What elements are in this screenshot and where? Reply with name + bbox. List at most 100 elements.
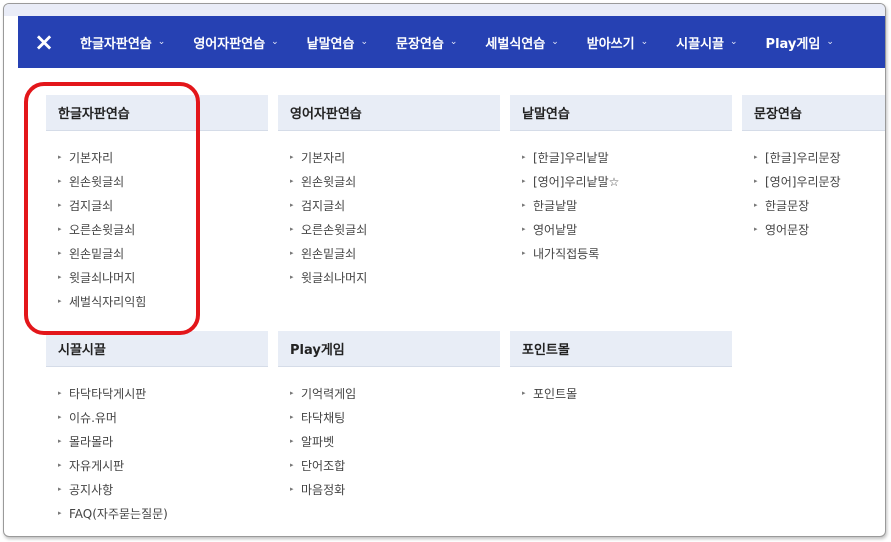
- menu-link-label: 한글문장: [765, 198, 810, 213]
- menu-link[interactable]: ▸ 왼손밑글쇠: [58, 241, 268, 265]
- chevron-down-icon: ⌄: [449, 37, 458, 47]
- arrow-right-icon: ▸: [290, 273, 294, 281]
- menu-link[interactable]: ▸ 기본자리: [58, 145, 268, 169]
- menu-column-title[interactable]: 시끌시끌: [46, 331, 268, 367]
- menu-link[interactable]: ▸ 왼손밑글쇠: [290, 241, 500, 265]
- menu-link[interactable]: ▸ 내가직접등록: [522, 241, 732, 265]
- chevron-down-icon: ⌄: [551, 37, 559, 47]
- nav-item-play-games[interactable]: Play게임 ⌄: [766, 16, 834, 68]
- menu-link[interactable]: ▸ [영어]우리문장: [754, 169, 885, 193]
- nav-item-community[interactable]: 시끌시끌 ⌄: [676, 16, 737, 68]
- menu-link[interactable]: ▸ 오른손윗글쇠: [58, 217, 268, 241]
- menu-column-title[interactable]: 낱말연습: [510, 95, 732, 131]
- menu-link[interactable]: ▸ 이슈.유머: [58, 405, 268, 429]
- menu-link[interactable]: ▸ 영어문장: [754, 217, 885, 241]
- menu-link-label: 기억력게임: [301, 386, 357, 401]
- arrow-right-icon: ▸: [522, 249, 526, 257]
- menu-link[interactable]: ▸ 알파벳: [290, 429, 500, 453]
- menu-link-label: 이슈.유머: [69, 410, 117, 425]
- nav-item-dictation[interactable]: 받아쓰기 ⌄: [587, 16, 648, 68]
- menu-link[interactable]: ▸ [영어]우리낱말☆: [522, 169, 732, 193]
- menu-link-label: 왼손밑글쇠: [69, 246, 125, 261]
- nav-item-sentence-practice[interactable]: 문장연습 ⌄: [396, 16, 457, 68]
- menu-link-label: 오른손윗글쇠: [69, 222, 136, 237]
- menu-column-title[interactable]: 한글자판연습: [46, 95, 268, 131]
- menu-link[interactable]: ▸ 영어낱말: [522, 217, 732, 241]
- menu-link-label: 기본자리: [69, 150, 114, 165]
- menu-link[interactable]: ▸ 한글문장: [754, 193, 885, 217]
- menu-link[interactable]: ▸ [한글]우리낱말: [522, 145, 732, 169]
- menu-link-label: 자유게시판: [69, 458, 125, 473]
- menu-link-label: FAQ(자주묻는질문): [69, 506, 168, 521]
- menu-column-sentence-practice: 문장연습 ▸ [한글]우리문장 ▸ [영어]우리문장 ▸ 한글문장 ▸ 영어문장: [742, 95, 885, 241]
- menu-link-label: 윗글쇠나머지: [301, 270, 368, 285]
- nav-item-label: Play게임: [765, 36, 821, 52]
- menu-column-title[interactable]: 영어자판연습: [278, 95, 500, 131]
- arrow-right-icon: ▸: [754, 225, 758, 233]
- main-navbar: × 한글자판연습 ⌄ 영어자판연습 ⌄ 낱말연습 ⌄ 문장연습 ⌄ 세벌식연습 …: [18, 16, 885, 68]
- chevron-down-icon: ⌄: [730, 37, 738, 47]
- arrow-right-icon: ▸: [290, 389, 294, 397]
- arrow-right-icon: ▸: [522, 153, 526, 161]
- menu-link[interactable]: ▸ 마음정화: [290, 477, 500, 501]
- chevron-down-icon: ⌄: [360, 37, 369, 47]
- menu-link-label: 한글낱말: [533, 198, 578, 213]
- menu-link[interactable]: ▸ 왼손윗글쇠: [58, 169, 268, 193]
- menu-link[interactable]: ▸ 한글낱말: [522, 193, 732, 217]
- arrow-right-icon: ▸: [58, 389, 62, 397]
- menu-link[interactable]: ▸ 기억력게임: [290, 381, 500, 405]
- arrow-right-icon: ▸: [290, 177, 294, 185]
- nav-item-word-practice[interactable]: 낱말연습 ⌄: [307, 16, 368, 68]
- menu-link-label: 검지글쇠: [301, 198, 346, 213]
- menu-column-play-games: Play게임 ▸ 기억력게임 ▸ 타닥채팅 ▸ 알파벳 ▸ 단어조합 ▸ 마음정화: [278, 331, 500, 501]
- menu-link[interactable]: ▸ 타닥채팅: [290, 405, 500, 429]
- menu-link-label: [영어]우리문장: [765, 174, 841, 189]
- arrow-right-icon: ▸: [754, 177, 758, 185]
- menu-column-english-typing: 영어자판연습 ▸ 기본자리 ▸ 왼손윗글쇠 ▸ 검지글쇠 ▸ 오른손윗글쇠 ▸ 왼손밑글쇠…: [278, 95, 500, 289]
- nav-item-english-typing[interactable]: 영어자판연습 ⌄: [193, 16, 278, 68]
- menu-link[interactable]: ▸ [한글]우리문장: [754, 145, 885, 169]
- menu-link-label: 왼손윗글쇠: [69, 174, 125, 189]
- menu-link-label: 마음정화: [301, 482, 346, 497]
- menu-column-point-mall: 포인트몰 ▸ 포인트몰: [510, 331, 732, 405]
- menu-link[interactable]: ▸ 몰라몰라: [58, 429, 268, 453]
- menu-link[interactable]: ▸ 검지글쇠: [290, 193, 500, 217]
- menu-link[interactable]: ▸ 오른손윗글쇠: [290, 217, 500, 241]
- menu-link[interactable]: ▸ 윗글쇠나머지: [290, 265, 500, 289]
- menu-link[interactable]: ▸ 타닥타닥게시판: [58, 381, 268, 405]
- arrow-right-icon: ▸: [58, 273, 62, 281]
- menu-link-label: 포인트몰: [533, 386, 578, 401]
- nav-item-label: 문장연습: [396, 36, 444, 52]
- menu-link-label: 윗글쇠나머지: [69, 270, 136, 285]
- menu-link-label: 왼손윗글쇠: [301, 174, 357, 189]
- close-icon[interactable]: ×: [18, 16, 70, 68]
- menu-link[interactable]: ▸ 단어조합: [290, 453, 500, 477]
- arrow-right-icon: ▸: [522, 225, 526, 233]
- menu-link-label: [영어]우리낱말☆: [533, 174, 620, 189]
- arrow-right-icon: ▸: [58, 249, 62, 257]
- menu-column-title[interactable]: 포인트몰: [510, 331, 732, 367]
- menu-link[interactable]: ▸ FAQ(자주묻는질문): [58, 501, 268, 525]
- menu-link-label: 몰라몰라: [69, 434, 114, 449]
- mega-menu: 한글자판연습 ▸ 기본자리 ▸ 왼손윗글쇠 ▸ 검지글쇠 ▸ 오른손윗글쇠 ▸ 왼손밑글쇠…: [18, 68, 885, 536]
- menu-link-label: [한글]우리문장: [765, 150, 841, 165]
- menu-link[interactable]: ▸ 포인트몰: [522, 381, 732, 405]
- menu-link[interactable]: ▸ 자유게시판: [58, 453, 268, 477]
- chevron-down-icon: ⌄: [826, 37, 834, 47]
- arrow-right-icon: ▸: [754, 153, 758, 161]
- menu-link[interactable]: ▸ 세벌식자리익힘: [58, 289, 268, 313]
- arrow-right-icon: ▸: [290, 413, 294, 421]
- menu-column-title[interactable]: Play게임: [278, 331, 500, 367]
- arrow-right-icon: ▸: [58, 153, 62, 161]
- nav-item-hangul-typing[interactable]: 한글자판연습 ⌄: [80, 16, 165, 68]
- menu-link[interactable]: ▸ 기본자리: [290, 145, 500, 169]
- menu-link[interactable]: ▸ 윗글쇠나머지: [58, 265, 268, 289]
- nav-item-label: 한글자판연습: [80, 36, 152, 52]
- menu-link[interactable]: ▸ 왼손윗글쇠: [290, 169, 500, 193]
- menu-link-label: 세벌식자리익힘: [69, 294, 147, 309]
- arrow-right-icon: ▸: [290, 225, 294, 233]
- menu-link[interactable]: ▸ 검지글쇠: [58, 193, 268, 217]
- menu-column-title[interactable]: 문장연습: [742, 95, 885, 131]
- nav-item-sebeolsik-practice[interactable]: 세벌식연습 ⌄: [485, 16, 558, 68]
- menu-link[interactable]: ▸ 공지사항: [58, 477, 268, 501]
